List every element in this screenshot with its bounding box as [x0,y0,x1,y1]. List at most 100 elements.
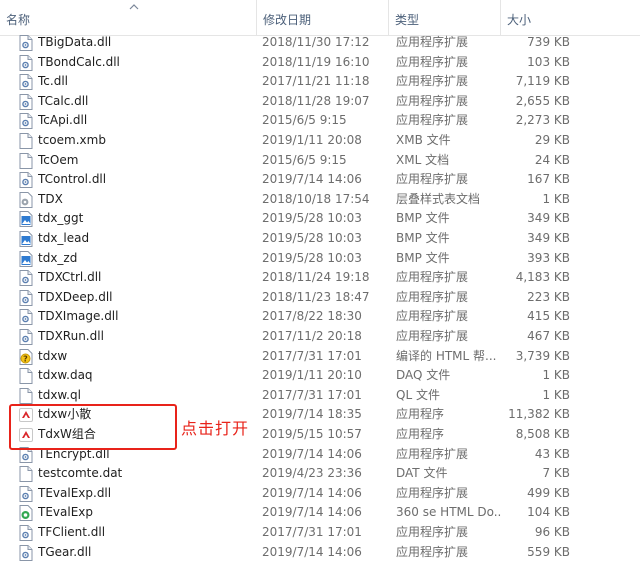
file-size: 103 KB [527,54,570,69]
file-row[interactable]: TcApi.dll 2015/6/5 9:15 应用程序扩展 2,273 KB [0,111,640,131]
dll-gear-icon [19,93,33,110]
dll-gear-icon [19,172,33,189]
column-header-date[interactable]: 修改日期 [256,0,388,36]
column-header-name[interactable]: 名称 [0,0,256,36]
file-size: 167 KB [527,172,570,187]
file-row[interactable]: TDXCtrl.dll 2018/11/24 19:18 应用程序扩展 4,183 K… [0,268,640,288]
file-type: 应用程序扩展 [396,35,469,49]
chm-help-icon: ? [19,348,33,365]
file-row[interactable]: TEvalExp.dll 2019/7/14 14:06 应用程序扩展 499 KB [0,484,640,504]
file-date: 2015/6/5 9:15 [262,113,347,128]
file-date: 2019/4/23 23:36 [262,466,362,481]
file-row[interactable]: TBondCalc.dll 2018/11/19 16:10 应用程序扩展 103 K… [0,53,640,73]
annotation-highlight-box [9,404,177,450]
file-size: 7 KB [542,466,570,481]
blank-file-icon [19,152,33,169]
file-row[interactable]: TcOem 2015/6/5 9:15 XML 文档 24 KB [0,151,640,171]
file-type: BMP 文件 [396,231,450,245]
file-name: TFClient.dll [38,525,106,539]
file-type: BMP 文件 [396,250,450,265]
file-size: 24 KB [534,152,570,167]
file-name: TDXDeep.dll [38,289,113,304]
file-name: TEvalExp.dll [38,485,112,500]
file-date: 2019/7/14 14:06 [262,446,362,461]
file-row[interactable]: tdx_ggt 2019/5/28 10:03 BMP 文件 349 KB [0,209,640,229]
file-date: 2019/1/11 20:08 [262,133,362,147]
blank-file-icon [19,466,33,483]
file-date: 2017/7/31 17:01 [262,387,362,402]
file-row[interactable]: TGear.dll 2019/7/14 14:06 应用程序扩展 559 KB [0,543,640,563]
column-header-size[interactable]: 大小 [500,0,640,36]
file-size: 1 KB [542,387,570,402]
file-name: tdx_zd [38,250,78,265]
file-row[interactable]: tcoem.xmb 2019/1/11 20:08 XMB 文件 29 KB [0,131,640,151]
file-date: 2017/11/2 20:18 [262,329,362,343]
file-type: 层叠样式表文档 [396,191,481,206]
file-type: 应用程序扩展 [396,74,469,89]
file-row[interactable]: TDXDeep.dll 2018/11/23 18:47 应用程序扩展 223 KB [0,288,640,308]
file-row[interactable]: TDX 2018/10/18 17:54 层叠样式表文档 1 KB [0,190,640,210]
file-name: tdx_ggt [38,211,84,226]
file-row[interactable]: TCalc.dll 2018/11/28 19:07 应用程序扩展 2,655 KB [0,92,640,112]
file-type: 应用程序扩展 [396,446,469,461]
file-name: tdxw [38,348,68,363]
dll-gear-icon [19,329,33,345]
file-date: 2018/10/18 17:54 [262,191,370,206]
dll-gear-icon [19,113,33,130]
file-date: 2019/5/15 10:57 [262,427,362,441]
file-date: 2019/1/11 20:10 [262,368,362,383]
file-type: 应用程序扩展 [396,172,469,187]
file-size: 467 KB [527,329,570,343]
file-name: TcOem [38,152,79,167]
file-type: DAQ 文件 [396,368,451,383]
column-header-bar: 名称 修改日期 类型 大小 [0,0,640,36]
file-row[interactable]: tdx_zd 2019/5/28 10:03 BMP 文件 393 KB [0,249,640,269]
file-type: XML 文档 [396,152,450,167]
column-header-type[interactable]: 类型 [388,0,500,36]
dll-gear-icon [19,289,33,306]
file-type: BMP 文件 [396,211,450,226]
dll-gear-icon [19,544,33,561]
file-date: 2018/11/24 19:18 [262,270,370,285]
file-row[interactable]: TEvalExp 2019/7/14 14:06 360 se HTML Do...… [0,503,640,523]
file-size: 2,655 KB [515,93,570,108]
file-row[interactable]: TControl.dll 2019/7/14 14:06 应用程序扩展 167 KB [0,170,640,190]
dll-gear-icon [19,270,33,287]
file-row[interactable]: tdxw.daq 2019/1/11 20:10 DAQ 文件 1 KB [0,366,640,386]
dll-gear-icon [19,525,33,541]
file-size: 3,739 KB [515,348,570,363]
file-row[interactable]: ? tdxw 2017/7/31 17:01 编译的 HTML 帮... 3,739 K… [0,347,640,367]
file-row[interactable]: Tc.dll 2017/11/21 11:18 应用程序扩展 7,119 KB [0,72,640,92]
file-date: 2019/7/14 14:06 [262,544,362,559]
file-size: 393 KB [527,250,570,265]
file-name: TBondCalc.dll [38,54,120,69]
file-name: TDX [38,191,63,206]
file-type: 应用程序 [396,407,445,422]
file-size: 739 KB [527,35,570,49]
file-row[interactable]: tdx_lead 2019/5/28 10:03 BMP 文件 349 KB [0,229,640,249]
file-date: 2017/7/31 17:01 [262,525,362,539]
file-row[interactable]: TDXRun.dll 2017/11/2 20:18 应用程序扩展 467 KB [0,327,640,347]
file-date: 2017/8/22 18:30 [262,309,362,324]
file-size: 11,382 KB [508,407,570,422]
file-size: 559 KB [527,544,570,559]
css-gear-icon [19,191,33,208]
file-name: tdxw.ql [38,387,81,402]
file-size: 104 KB [527,505,570,520]
file-size: 96 KB [534,525,570,539]
file-name: TControl.dll [38,172,107,187]
file-date: 2018/11/28 19:07 [262,93,370,108]
file-size: 43 KB [534,446,570,461]
blank-file-icon [19,133,33,149]
file-size: 4,183 KB [515,270,570,285]
dll-gear-icon [19,54,33,71]
file-row[interactable]: testcomte.dat 2019/4/23 23:36 DAT 文件 7 KB [0,464,640,484]
file-row[interactable]: tdxw.ql 2017/7/31 17:01 QL 文件 1 KB [0,386,640,406]
file-row[interactable]: TBigData.dll 2018/11/30 17:12 应用程序扩展 739 KB [0,33,640,53]
dll-gear-icon [19,485,33,502]
file-row[interactable]: TFClient.dll 2017/7/31 17:01 应用程序扩展 96 KB [0,523,640,543]
file-row[interactable]: TDXImage.dll 2017/8/22 18:30 应用程序扩展 415 KB [0,307,640,327]
file-name: tdx_lead [38,231,90,245]
file-name: testcomte.dat [38,466,123,481]
file-date: 2019/7/14 14:06 [262,172,362,187]
